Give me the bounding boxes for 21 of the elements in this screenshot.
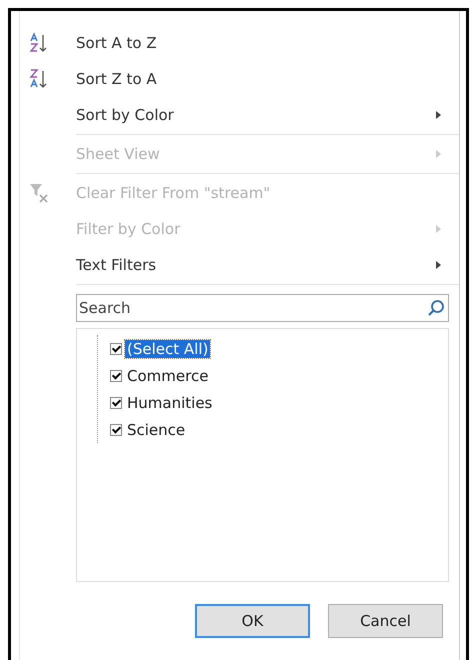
value-item[interactable]: Commerce [125, 366, 210, 384]
checkbox[interactable] [110, 370, 122, 382]
value-item[interactable]: (Select All) [125, 340, 210, 358]
cancel-button[interactable]: Cancel [328, 604, 443, 638]
ok-button[interactable]: OK [195, 604, 310, 638]
submenu-arrow-icon [436, 225, 441, 233]
checkbox[interactable] [110, 424, 122, 436]
clear-filter-icon [28, 182, 50, 204]
checkbox[interactable] [110, 342, 122, 354]
menu-item[interactable]: Sort A to Z [26, 25, 459, 61]
menu-item[interactable]: Text Filters [26, 247, 459, 283]
menu-item[interactable]: Sort by Color [26, 97, 459, 133]
submenu-arrow-icon [436, 111, 441, 119]
search-field[interactable]: Search [76, 294, 449, 322]
value-item[interactable]: Science [125, 420, 188, 438]
submenu-arrow-icon [436, 261, 441, 269]
search-icon [427, 299, 445, 317]
value-item[interactable]: Humanities [125, 394, 214, 412]
submenu-arrow-icon [436, 150, 441, 158]
menu-item[interactable]: Sort Z to A [26, 61, 459, 97]
checkbox[interactable] [110, 396, 122, 408]
